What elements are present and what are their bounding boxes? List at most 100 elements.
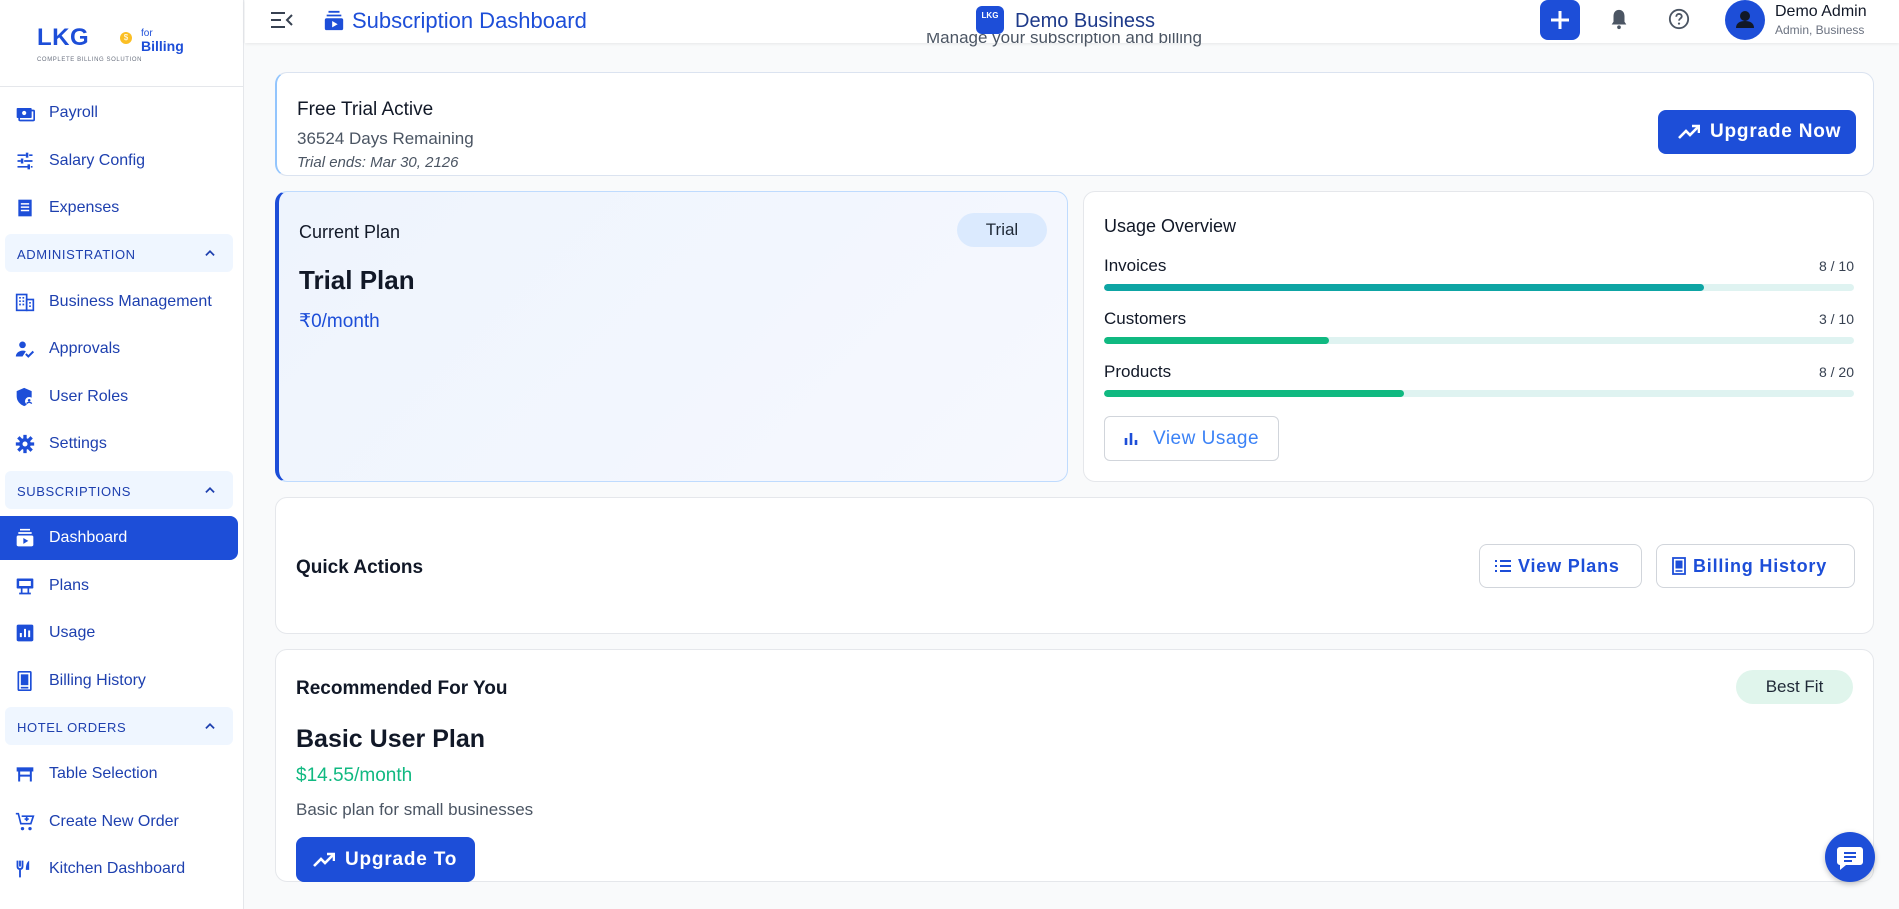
building-icon bbox=[15, 293, 35, 312]
sidebar-item-billing-history[interactable]: Billing History bbox=[0, 659, 238, 703]
sidebar-item-label: Approvals bbox=[49, 340, 121, 357]
sidebar-item-label: Billing History bbox=[49, 672, 146, 689]
chevron-up-icon bbox=[205, 250, 215, 256]
user-name[interactable]: Demo Admin bbox=[1775, 3, 1867, 21]
sidebar-item-settings[interactable]: Settings bbox=[0, 422, 238, 466]
add-button[interactable] bbox=[1540, 0, 1580, 40]
sidebar-item-label: Business Management bbox=[49, 293, 212, 310]
cart-icon bbox=[15, 812, 35, 831]
usage-name: Products bbox=[1104, 362, 1172, 381]
logo-lkg-text: LKG bbox=[37, 24, 90, 51]
usage-progress-fill bbox=[1104, 284, 1704, 291]
usage-name: Customers bbox=[1104, 309, 1187, 328]
user-role: Admin, Business bbox=[1775, 23, 1865, 37]
usage-overview-card: Usage Overview Invoices 8 / 10 Customers… bbox=[1083, 191, 1874, 482]
section-label: SUBSCRIPTIONS bbox=[17, 484, 131, 499]
receipt-long-icon bbox=[17, 671, 32, 691]
usage-progress-fill bbox=[1104, 390, 1404, 397]
upgrade-now-label: Upgrade Now bbox=[1710, 121, 1842, 142]
sidebar-item-label: Settings bbox=[49, 435, 107, 452]
sidebar-item-label: Payroll bbox=[49, 104, 98, 121]
sidebar-item-label: Salary Config bbox=[49, 152, 146, 169]
usage-overview-title: Usage Overview bbox=[1104, 216, 1237, 236]
sidebar-item-business-management[interactable]: Business Management bbox=[0, 280, 238, 324]
view-plans-button[interactable]: View Plans bbox=[1479, 544, 1642, 588]
sidebar-item-dashboard[interactable]: Dashboard bbox=[0, 516, 238, 560]
bar-chart-icon bbox=[16, 624, 34, 642]
business-name[interactable]: Demo Business bbox=[1015, 10, 1155, 33]
chevron-up-icon bbox=[205, 487, 215, 493]
section-hotel-orders[interactable]: HOTEL ORDERS bbox=[5, 707, 233, 745]
sidebar-item-label: Plans bbox=[49, 577, 90, 594]
usage-name: Invoices bbox=[1104, 256, 1167, 275]
help-icon[interactable] bbox=[1668, 8, 1690, 30]
trending-up-icon bbox=[313, 852, 335, 867]
shield-icon bbox=[16, 387, 34, 407]
upgrade-to-button[interactable]: Upgrade To bbox=[296, 837, 475, 882]
usage-progress-fill bbox=[1104, 337, 1329, 344]
business-logo: LKG bbox=[976, 6, 1004, 34]
usage-progress-track bbox=[1104, 337, 1854, 344]
menu-collapse-icon[interactable] bbox=[270, 10, 294, 30]
view-usage-label: View Usage bbox=[1153, 427, 1260, 449]
brand-logo[interactable]: LKG $ for Billing COMPLETE BILLING SOLUT… bbox=[0, 0, 243, 87]
recommended-plan-price: $14.55/month bbox=[296, 765, 413, 786]
avatar[interactable] bbox=[1725, 0, 1765, 40]
sidebar-item-user-roles[interactable]: User Roles bbox=[0, 375, 238, 419]
sliders-icon bbox=[17, 152, 33, 170]
trial-days-remaining: 36524 Days Remaining bbox=[297, 129, 474, 148]
upgrade-now-button[interactable]: Upgrade Now bbox=[1658, 110, 1856, 154]
section-label: HOTEL ORDERS bbox=[17, 720, 127, 735]
status-badge: Trial bbox=[957, 213, 1047, 247]
sidebar-item-label: Dashboard bbox=[49, 529, 128, 546]
section-label: ADMINISTRATION bbox=[17, 247, 136, 262]
view-usage-button[interactable]: View Usage bbox=[1104, 416, 1279, 461]
view-plans-label: View Plans bbox=[1518, 555, 1620, 576]
bell-icon[interactable] bbox=[1608, 8, 1630, 30]
sidebar-item-plans[interactable]: Plans bbox=[0, 564, 238, 608]
billing-history-button[interactable]: Billing History bbox=[1656, 544, 1855, 588]
receipt-long-icon bbox=[1672, 557, 1686, 575]
recommended-plan-name: Basic User Plan bbox=[296, 725, 485, 753]
sidebar-item-label: Table Selection bbox=[49, 765, 158, 782]
sidebar-item-salary-config[interactable]: Salary Config bbox=[0, 139, 238, 183]
user-check-icon bbox=[15, 341, 35, 358]
section-administration[interactable]: ADMINISTRATION bbox=[5, 234, 233, 272]
list-icon bbox=[1495, 560, 1511, 572]
recommended-card: Recommended For You Best Fit Basic User … bbox=[275, 649, 1874, 882]
recommended-plan-description: Basic plan for small businesses bbox=[296, 800, 534, 819]
sidebar-item-label: Expenses bbox=[49, 199, 120, 216]
billing-history-label: Billing History bbox=[1693, 555, 1828, 576]
usage-count: 3 / 10 bbox=[1818, 311, 1854, 327]
chat-icon bbox=[1837, 847, 1863, 870]
table-icon bbox=[16, 767, 34, 782]
current-plan-name: Trial Plan bbox=[299, 265, 415, 295]
sidebar-item-label: Usage bbox=[49, 624, 96, 641]
current-plan-card: Current Plan Trial Trial Plan ₹0/month bbox=[275, 191, 1068, 482]
sidebar-item-payroll[interactable]: Payroll bbox=[0, 91, 238, 135]
user-icon bbox=[1736, 11, 1754, 28]
sidebar-item-expenses[interactable]: Expenses bbox=[0, 186, 238, 230]
coin-icon: $ bbox=[120, 32, 132, 44]
plans-icon bbox=[16, 578, 34, 595]
chat-button[interactable] bbox=[1825, 832, 1875, 882]
bar-chart-icon bbox=[1124, 432, 1138, 445]
recommended-title: Recommended For You bbox=[296, 678, 508, 699]
sidebar-item-create-new-order[interactable]: Create New Order bbox=[0, 800, 238, 844]
sidebar-item-kitchen-dashboard[interactable]: Kitchen Dashboard bbox=[0, 847, 238, 891]
trending-up-icon bbox=[1678, 124, 1700, 139]
sidebar-item-table-selection[interactable]: Table Selection bbox=[0, 752, 238, 796]
sidebar-item-label: Kitchen Dashboard bbox=[49, 860, 186, 877]
sidebar-item-label: User Roles bbox=[49, 388, 129, 405]
usage-progress-track bbox=[1104, 390, 1854, 397]
trial-title: Free Trial Active bbox=[297, 99, 434, 120]
receipt-icon bbox=[18, 199, 32, 217]
usage-progress-track bbox=[1104, 284, 1854, 291]
sidebar-item-approvals[interactable]: Approvals bbox=[0, 327, 238, 371]
best-fit-badge: Best Fit bbox=[1736, 670, 1853, 704]
current-plan-label: Current Plan bbox=[299, 222, 401, 242]
section-subscriptions[interactable]: SUBSCRIPTIONS bbox=[5, 471, 233, 509]
plus-icon bbox=[1551, 11, 1569, 29]
upgrade-to-label: Upgrade To bbox=[345, 848, 458, 870]
sidebar-item-usage[interactable]: Usage bbox=[0, 611, 238, 655]
